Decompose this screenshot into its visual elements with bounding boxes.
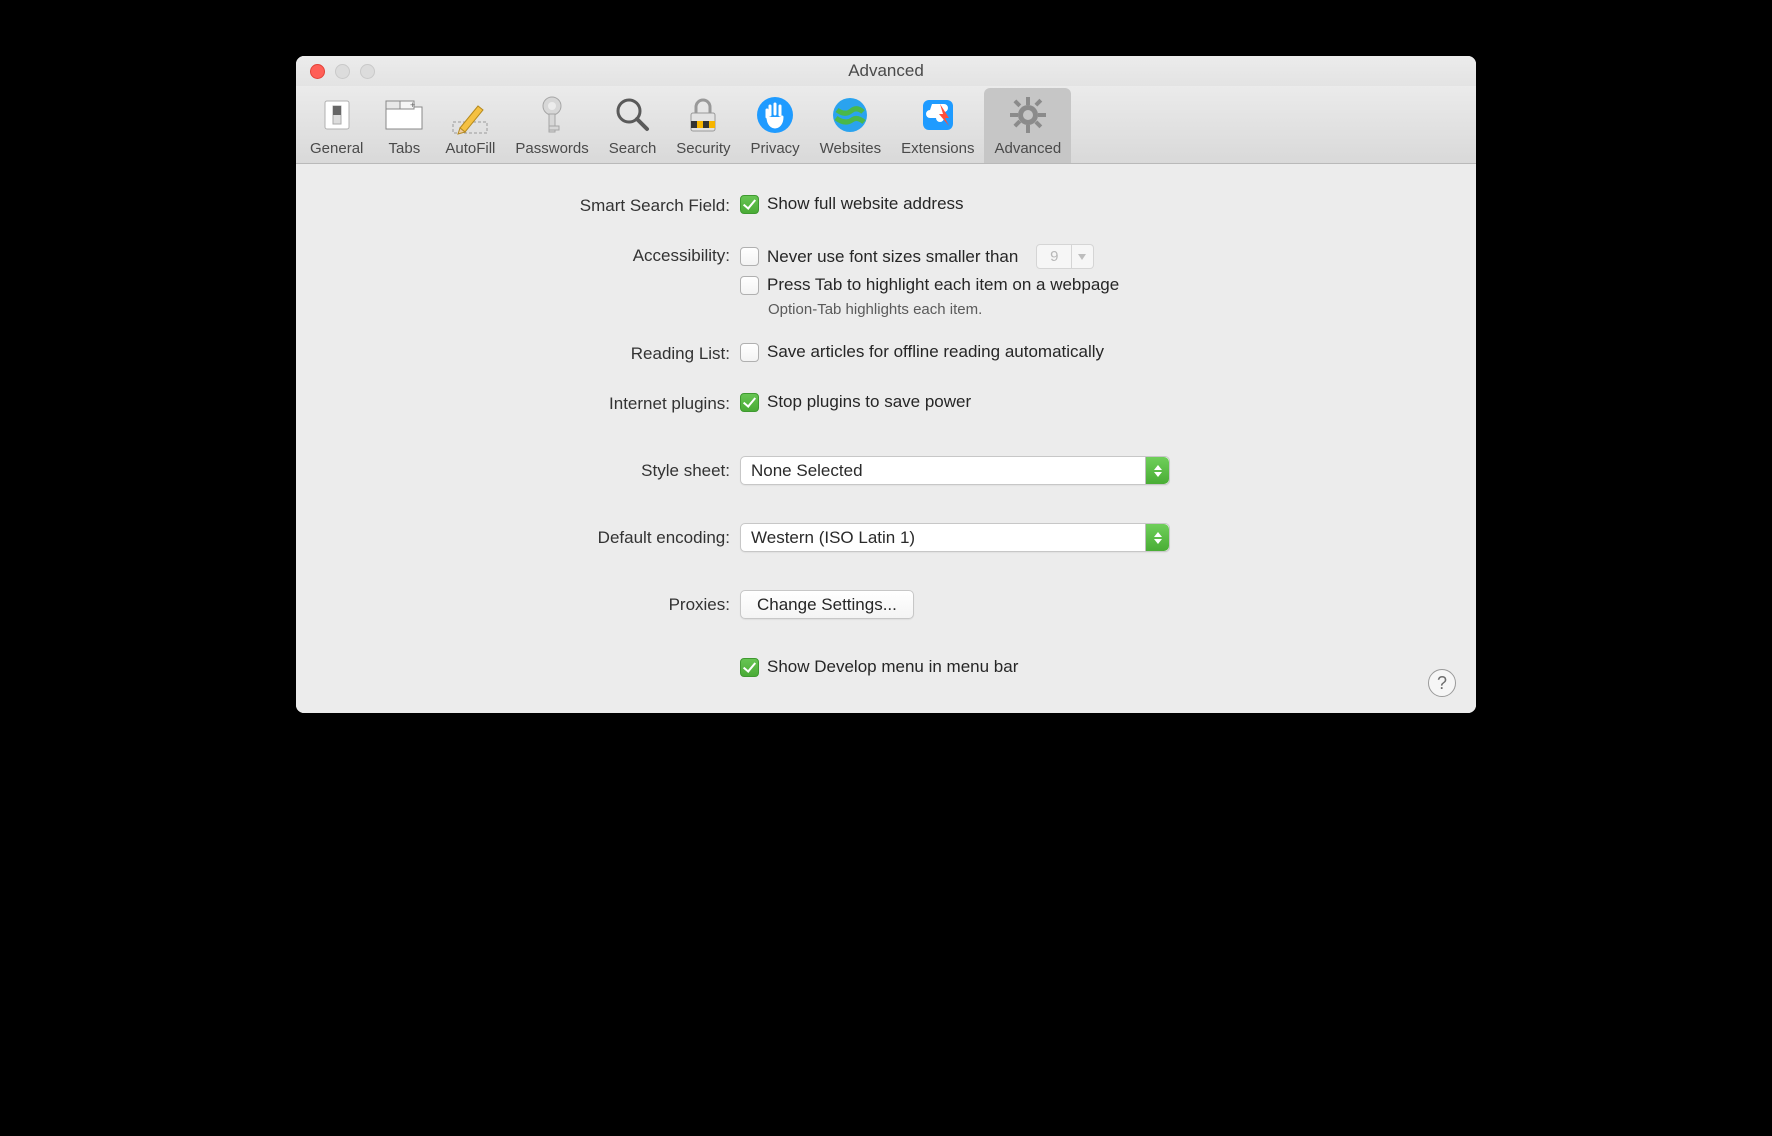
tab-websites[interactable]: Websites [810, 88, 891, 163]
updown-icon [1145, 457, 1169, 484]
switch-icon [316, 94, 358, 136]
stop-plugins-label: Stop plugins to save power [767, 392, 971, 412]
help-button[interactable]: ? [1428, 669, 1456, 697]
tab-autofill[interactable]: AutoFill [435, 88, 505, 163]
updown-icon [1145, 524, 1169, 551]
tabs-icon: + [383, 94, 425, 136]
svg-text:+: + [410, 100, 415, 110]
accessibility-label: Accessibility: [320, 244, 740, 266]
show-develop-menu-checkbox[interactable] [740, 658, 759, 677]
puzzle-icon [917, 94, 959, 136]
globe-icon [829, 94, 871, 136]
stylesheet-value: None Selected [741, 461, 873, 481]
tab-label: Privacy [750, 140, 799, 157]
spacer [320, 657, 740, 659]
titlebar: Advanced [296, 56, 1476, 86]
content-area: Smart Search Field: Show full website ad… [296, 164, 1476, 713]
tab-security[interactable]: Security [666, 88, 740, 163]
press-tab-checkbox[interactable] [740, 276, 759, 295]
internet-plugins-label: Internet plugins: [320, 392, 740, 414]
tab-label: Tabs [389, 140, 421, 157]
tab-label: Search [609, 140, 657, 157]
tab-label: Extensions [901, 140, 974, 157]
encoding-select[interactable]: Western (ISO Latin 1) [740, 523, 1170, 552]
stylesheet-label: Style sheet: [320, 456, 740, 481]
tab-general[interactable]: General [300, 88, 373, 163]
min-font-size-stepper[interactable]: 9 [1036, 244, 1094, 269]
reading-list-label: Reading List: [320, 342, 740, 364]
tab-label: AutoFill [445, 140, 495, 157]
min-font-size-checkbox[interactable] [740, 247, 759, 266]
save-offline-label: Save articles for offline reading automa… [767, 342, 1104, 362]
chevron-down-icon [1072, 244, 1094, 269]
tab-label: General [310, 140, 363, 157]
change-settings-label: Change Settings... [757, 595, 897, 615]
pencil-icon [449, 94, 491, 136]
show-full-address-label: Show full website address [767, 194, 964, 214]
tab-label: Websites [820, 140, 881, 157]
tab-label: Security [676, 140, 730, 157]
tab-passwords[interactable]: Passwords [505, 88, 598, 163]
gear-icon [1007, 94, 1049, 136]
preferences-window: Advanced General + Tabs AutoFill Passwo [296, 56, 1476, 713]
help-icon: ? [1437, 673, 1447, 694]
stylesheet-select[interactable]: None Selected [740, 456, 1170, 485]
proxies-label: Proxies: [320, 590, 740, 615]
preferences-toolbar: General + Tabs AutoFill Passwords Search [296, 86, 1476, 164]
min-font-size-value: 9 [1036, 244, 1072, 269]
stop-plugins-checkbox[interactable] [740, 393, 759, 412]
change-settings-button[interactable]: Change Settings... [740, 590, 914, 619]
magnifier-icon [612, 94, 654, 136]
tab-search[interactable]: Search [599, 88, 667, 163]
encoding-label: Default encoding: [320, 523, 740, 548]
encoding-value: Western (ISO Latin 1) [741, 528, 925, 548]
min-font-size-label: Never use font sizes smaller than [767, 247, 1018, 267]
key-icon [531, 94, 573, 136]
show-develop-menu-label: Show Develop menu in menu bar [767, 657, 1018, 677]
hand-icon [754, 94, 796, 136]
tab-extensions[interactable]: Extensions [891, 88, 984, 163]
tab-tabs[interactable]: + Tabs [373, 88, 435, 163]
save-offline-checkbox[interactable] [740, 343, 759, 362]
tab-advanced[interactable]: Advanced [984, 88, 1071, 163]
smart-search-label: Smart Search Field: [320, 194, 740, 216]
option-tab-hint: Option-Tab highlights each item. [768, 301, 1452, 318]
tab-label: Advanced [994, 140, 1061, 157]
lock-icon [682, 94, 724, 136]
show-full-address-checkbox[interactable] [740, 195, 759, 214]
tab-privacy[interactable]: Privacy [740, 88, 809, 163]
tab-label: Passwords [515, 140, 588, 157]
press-tab-label: Press Tab to highlight each item on a we… [767, 275, 1119, 295]
window-title: Advanced [296, 61, 1476, 81]
